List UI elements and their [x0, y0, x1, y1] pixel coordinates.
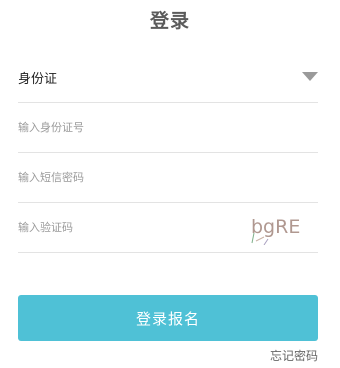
- captcha-row: bgRE: [18, 203, 318, 253]
- captcha-input[interactable]: [18, 203, 238, 252]
- id-type-select[interactable]: 身份证: [18, 52, 318, 103]
- sms-code-input[interactable]: [18, 153, 318, 202]
- id-number-row: [18, 103, 318, 153]
- caret-down-icon[interactable]: [302, 72, 318, 81]
- captcha-image[interactable]: bgRE: [248, 213, 304, 245]
- page-title: 登录: [149, 10, 190, 32]
- captcha-text: bgRE: [251, 216, 300, 238]
- id-number-input[interactable]: [18, 103, 318, 152]
- login-form: 身份证 bgRE: [18, 52, 318, 253]
- forgot-password-link[interactable]: 忘记密码: [270, 347, 318, 364]
- sms-code-row: [18, 153, 318, 203]
- login-register-button[interactable]: 登录报名: [18, 295, 318, 341]
- id-type-selected-value: 身份证: [18, 72, 58, 87]
